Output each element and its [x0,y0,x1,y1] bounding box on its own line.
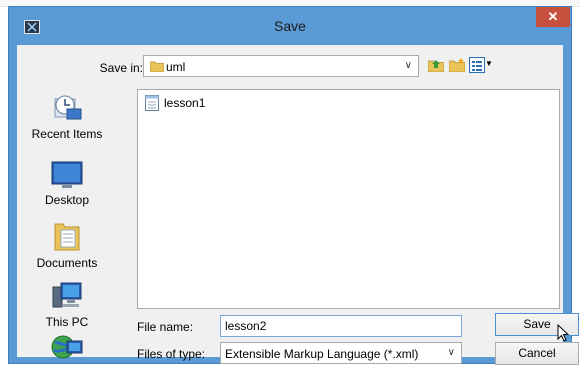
dialog-body: Save in: uml ∨ ▼ Recent Items Desktop Do… [17,45,579,365]
place-label: Documents [36,256,98,270]
folder-icon [150,61,164,72]
network-icon [51,335,83,359]
save-in-dropdown[interactable]: uml ∨ [143,55,419,77]
documents-icon [54,223,80,251]
file-icon [145,95,159,111]
file-name-label: File name: [137,320,194,334]
place-network[interactable] [17,333,117,365]
file-type-dropdown[interactable]: Extensible Markup Language (*.xml) ∨ [220,342,462,364]
place-label: Recent Items [31,127,103,141]
file-name: lesson1 [164,96,206,110]
mouse-cursor-icon [557,324,569,342]
file-type-label: Files of type: [137,347,206,361]
place-this-pc[interactable]: This PC [17,281,117,329]
chevron-down-icon: ∨ [447,347,455,358]
view-chevron-icon[interactable]: ▼ [485,59,493,68]
up-folder-icon[interactable] [428,58,444,72]
file-name-input[interactable]: lesson2 [220,315,462,337]
place-desktop[interactable]: Desktop [17,161,117,207]
computer-icon [52,282,82,308]
save-in-value: uml [166,60,186,74]
save-in-label: Save in: [99,61,143,75]
new-folder-icon[interactable] [449,58,465,72]
title-bar[interactable]: Save ✕ [9,7,571,45]
file-type-value: Extensible Markup Language (*.xml) [225,347,419,361]
recent-items-icon [54,95,82,120]
save-dialog: Save ✕ Save in: uml ∨ ▼ Recent Items Des… [8,6,579,365]
dialog-title: Save [274,18,306,34]
close-button[interactable]: ✕ [536,7,570,27]
place-recent-items[interactable]: Recent Items [17,91,117,141]
desktop-icon [51,161,83,188]
file-list[interactable]: lesson1 [137,89,560,309]
close-icon: ✕ [547,9,559,24]
place-label: Desktop [44,193,90,207]
view-menu-icon[interactable] [469,57,485,73]
place-label: This PC [45,315,89,329]
places-bar: Recent Items Desktop Documents This PC [17,87,117,359]
chevron-down-icon: ∨ [404,60,412,71]
place-documents[interactable]: Documents [17,220,117,270]
cancel-button[interactable]: Cancel [495,342,579,365]
